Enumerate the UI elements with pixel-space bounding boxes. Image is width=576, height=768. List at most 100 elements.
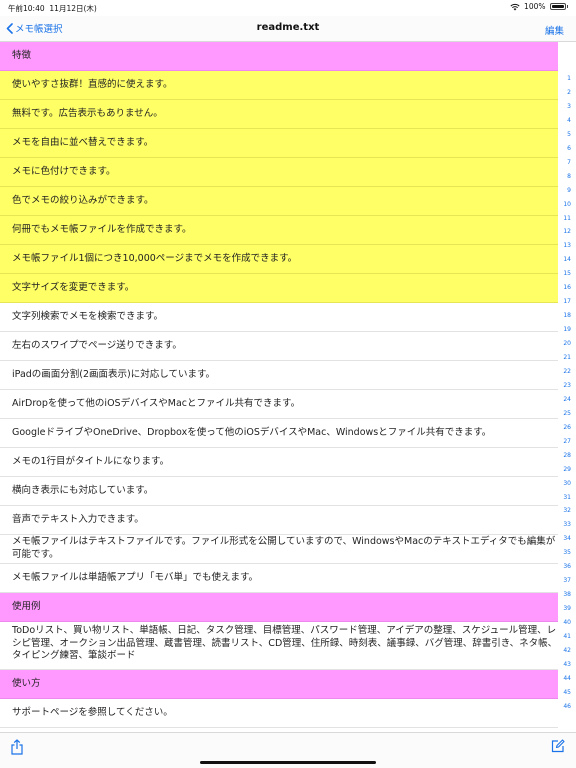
memo-row[interactable]: メモ帳ファイルは単語帳アプリ「モバ単」でも使えます。 <box>0 564 558 593</box>
memo-row-text: メモ帳ファイル1個につき10,000ページまでメモを作成できます。 <box>12 252 298 264</box>
line-number: 23 <box>563 381 571 389</box>
line-number: 27 <box>563 437 571 445</box>
memo-row-text: 色でメモの絞り込みができます。 <box>12 194 154 206</box>
memo-row-text: 使い方 <box>12 677 41 689</box>
line-number: 9 <box>567 186 571 194</box>
chevron-left-icon <box>6 22 13 34</box>
memo-row-text: 使用例 <box>12 600 41 612</box>
back-button-label: メモ帳選択 <box>15 24 63 35</box>
memo-row-text: サポートページを参照してください。 <box>12 706 173 718</box>
line-number: 26 <box>563 423 571 431</box>
memo-row-text: メモの1行目がタイトルになります。 <box>12 455 170 467</box>
status-time: 午前10:40 11月12日(木) <box>8 3 97 14</box>
line-number: 46 <box>563 702 571 710</box>
memo-row[interactable]: 使いやすさ抜群！直感的に使えます。 <box>0 71 558 100</box>
line-number: 30 <box>563 479 571 487</box>
memo-row[interactable]: 無料です。広告表示もありません。 <box>0 100 558 129</box>
line-number: 1 <box>567 75 571 82</box>
line-number: 34 <box>563 535 571 543</box>
line-number: 21 <box>563 354 571 361</box>
battery-icon <box>549 3 566 10</box>
memo-row[interactable]: メモに色付けできます。 <box>0 158 558 187</box>
memo-row[interactable]: メモ帳ファイルはテキストファイルです。ファイル形式を公開していますので、Wind… <box>0 535 558 564</box>
line-number: 43 <box>563 660 571 668</box>
memo-row-text: 特徴 <box>12 49 32 61</box>
memo-row-text: 無料です。広告表示もありません。 <box>12 107 163 119</box>
line-number: 16 <box>563 284 571 292</box>
home-indicator <box>200 761 376 764</box>
compose-icon[interactable] <box>551 739 565 753</box>
line-number: 24 <box>563 395 571 403</box>
line-number: 10 <box>563 200 571 208</box>
section-header-row[interactable]: 特徴 <box>0 42 558 71</box>
status-date: 11月12日(木) <box>49 4 97 13</box>
memo-row[interactable]: メモの1行目がタイトルになります。 <box>0 448 558 477</box>
memo-row[interactable]: 色でメモの絞り込みができます。 <box>0 187 558 216</box>
page-title: readme.txt <box>256 22 320 33</box>
line-number: 6 <box>567 144 571 152</box>
memo-row-text: 左右のスワイプでページ送りできます。 <box>12 339 182 351</box>
line-number: 29 <box>563 465 571 473</box>
memo-row[interactable]: サポートページを参照してください。 <box>0 699 558 728</box>
memo-row[interactable]: 左右のスワイプでページ送りできます。 <box>0 332 558 361</box>
line-number: 44 <box>563 674 571 682</box>
wifi-icon <box>510 3 520 10</box>
memo-row-text: GoogleドライブやOneDrive、Dropboxを使って他のiOSデバイス… <box>12 426 492 438</box>
line-number: 2 <box>567 88 571 96</box>
navigation-bar: メモ帳選択 readme.txt 編集 <box>0 16 576 42</box>
memo-row-text: 何冊でもメモ帳ファイルを作成できます。 <box>12 223 192 235</box>
memo-row[interactable]: メモ帳ファイル1個につき10,000ページまでメモを作成できます。 <box>0 245 558 274</box>
line-number: 40 <box>563 619 571 627</box>
memo-row-text: AirDropを使って他のiOSデバイスやMacとファイル共有できます。 <box>12 397 301 409</box>
memo-row[interactable]: メモを自由に並べ替えできます。 <box>0 129 558 158</box>
section-header-row[interactable]: 使用例 <box>0 593 558 622</box>
line-number: 41 <box>563 633 571 640</box>
line-number: 35 <box>563 549 571 557</box>
line-number: 37 <box>563 577 571 585</box>
edit-button[interactable]: 編集 <box>545 23 564 37</box>
line-number: 17 <box>563 298 571 306</box>
line-number: 28 <box>563 451 571 459</box>
line-number: 19 <box>563 326 571 334</box>
memo-row-text: 文字サイズを変更できます。 <box>12 281 135 293</box>
line-number-gutter: 1 2 3 4 5 6 7 8 9 10 11 12 13 14 15 16 17 18 19 20 21 22 23 24 2… <box>558 42 576 732</box>
memo-row[interactable]: iPadの画面分割(2画面表示)に対応しています。 <box>0 361 558 390</box>
memo-row-text: ToDoリスト、買い物リスト、単語帳、日記、タスク管理、目標管理、パスワード管理… <box>12 625 558 662</box>
back-button[interactable]: メモ帳選択 <box>6 21 63 35</box>
line-number: 14 <box>563 256 571 264</box>
memo-row[interactable]: 音声でテキスト入力できます。 <box>0 506 558 535</box>
memo-content[interactable]: 特徴使いやすさ抜群！直感的に使えます。 無料です。広告表示もありません。 メモを自由… <box>0 42 576 732</box>
battery-percent: 100% <box>524 2 546 11</box>
line-number: 12 <box>563 228 571 236</box>
memo-row-text: 使いやすさ抜群！直感的に使えます。 <box>12 78 173 90</box>
memo-row[interactable]: 文字列検索でメモを検索できます。 <box>0 303 558 332</box>
memo-row[interactable]: 何冊でもメモ帳ファイルを作成できます。 <box>0 216 558 245</box>
memo-row-text: メモを自由に並べ替えできます。 <box>12 136 154 148</box>
bottom-toolbar <box>0 732 576 768</box>
line-number: 42 <box>563 646 571 654</box>
line-number: 8 <box>567 172 571 180</box>
memo-row[interactable]: 横向き表示にも対応しています。 <box>0 477 558 506</box>
memo-row-text: 文字列検索でメモを検索できます。 <box>12 310 164 322</box>
line-number: 25 <box>563 409 571 417</box>
memo-row[interactable]: AirDropを使って他のiOSデバイスやMacとファイル共有できます。 <box>0 390 558 419</box>
line-number: 32 <box>563 507 571 515</box>
share-icon[interactable] <box>10 739 24 755</box>
memo-row[interactable]: GoogleドライブやOneDrive、Dropboxを使って他のiOSデバイス… <box>0 419 558 448</box>
line-number: 45 <box>563 688 571 696</box>
status-bar: 午前10:40 11月12日(木) 100% <box>0 0 576 16</box>
memo-row[interactable]: 文字サイズを変更できます。 <box>0 274 558 303</box>
line-number: 11 <box>563 214 571 222</box>
memo-row-text: メモ帳ファイルはテキストファイルです。ファイル形式を公開していますので、Wind… <box>12 536 556 560</box>
line-number: 22 <box>563 367 571 375</box>
line-number: 38 <box>563 591 571 599</box>
line-number: 7 <box>567 158 571 166</box>
memo-row-text: メモに色付けできます。 <box>12 165 116 177</box>
line-number: 31 <box>563 493 571 501</box>
section-header-row[interactable]: 使い方 <box>0 670 558 699</box>
status-clock: 午前10:40 <box>8 4 45 13</box>
line-number: 15 <box>563 270 571 278</box>
line-number: 20 <box>563 340 571 348</box>
line-number: 39 <box>563 605 571 613</box>
memo-row[interactable]: ToDoリスト、買い物リスト、単語帳、日記、タスク管理、目標管理、パスワード管理… <box>0 622 558 670</box>
